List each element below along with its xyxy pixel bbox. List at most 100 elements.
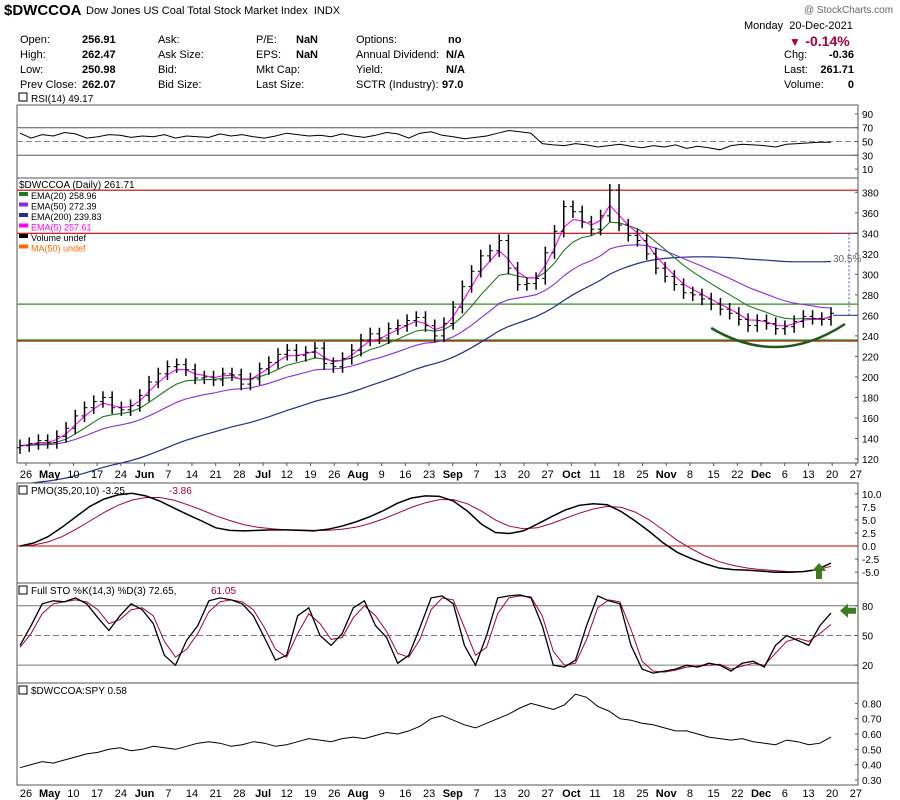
sto-axis-tick-label: 50: [862, 631, 874, 642]
bottom-x-label: May: [39, 788, 61, 800]
bottom-x-label: 15: [707, 788, 719, 800]
bottom-x-label: 18: [613, 788, 625, 800]
bottom-x-label: 19: [304, 788, 316, 800]
price-x-label: 6: [782, 469, 788, 481]
bottom-x-label: 12: [281, 788, 293, 800]
relative-legend-swatch: [18, 685, 28, 695]
price-x-label: Nov: [656, 469, 678, 481]
pmo-legend-swatch: [18, 485, 28, 495]
price-legend-swatch: [19, 223, 28, 228]
price-x-label: 22: [731, 469, 743, 481]
price-legend-swatch: [19, 234, 28, 238]
price-x-label: 15: [707, 469, 719, 481]
price-x-label: 14: [186, 469, 198, 481]
bottom-x-label: 10: [67, 788, 79, 800]
bottom-x-label: Oct: [562, 788, 581, 800]
price-x-label: 28: [233, 469, 245, 481]
price-x-label: 26: [328, 469, 340, 481]
price-legend-item: EMA(200) 239.83: [31, 212, 102, 222]
price-axis-tick-label: 340: [862, 229, 879, 240]
bottom-x-label: 26: [20, 788, 32, 800]
relative-panel: [16, 682, 859, 786]
relative-axis-tick-label: 0.60: [862, 730, 882, 741]
bottom-x-label: 22: [731, 788, 743, 800]
bottom-x-label: 9: [379, 788, 385, 800]
price-axis-tick-label: 280: [862, 291, 879, 302]
relative-axis-tick-label: 0.40: [862, 761, 882, 772]
price-x-label: Oct: [562, 469, 581, 481]
price-x-label: 23: [423, 469, 435, 481]
pmo-axis-tick-label: 2.5: [862, 529, 876, 540]
pmo-axis-tick-label: -2.5: [862, 555, 880, 566]
price-x-label: 11: [589, 469, 600, 481]
bottom-x-label: 27: [850, 788, 862, 800]
price-panel: [16, 177, 859, 464]
price-x-label: 26: [20, 469, 32, 481]
sto-panel: [16, 582, 859, 684]
price-x-label: 25: [636, 469, 648, 481]
bottom-x-label: 26: [328, 788, 340, 800]
rsi-axis-tick-label: 10: [862, 165, 874, 176]
pmo-legend: PMO(35,20,10) -3.25,: [31, 486, 128, 497]
bottom-x-label: 13: [802, 788, 814, 800]
price-title: $DWCCOA (Daily) 261.71: [19, 180, 135, 191]
price-x-label: 7: [165, 469, 171, 481]
bottom-x-label: 24: [115, 788, 127, 800]
price-x-label: May: [39, 469, 61, 481]
rsi-axis-tick-label: 90: [862, 110, 874, 121]
bottom-x-label: 20: [826, 788, 838, 800]
pmo-axis-tick-label: -5.0: [862, 568, 880, 579]
relative-axis-tick-label: 0.30: [862, 776, 882, 787]
price-legend-swatch: [19, 202, 28, 207]
bottom-x-label: 6: [782, 788, 788, 800]
price-legend-item: EMA(50) 272.39: [31, 202, 97, 212]
price-x-label: 18: [613, 469, 625, 481]
bottom-x-label: 7: [473, 788, 479, 800]
price-x-label: 20: [826, 469, 838, 481]
price-x-label: Jul: [255, 469, 271, 481]
sto-legend: Full STO %K(14,3) %D(3) 72.65,: [31, 586, 176, 597]
price-x-label: 19: [304, 469, 316, 481]
projection-label: 30.5%: [833, 254, 861, 265]
relative-axis-tick-label: 0.70: [862, 715, 882, 726]
bottom-x-label: 17: [91, 788, 103, 800]
rsi-legend-swatch: [18, 92, 28, 102]
pmo-axis-tick-label: 10.0: [862, 490, 882, 501]
bottom-x-label: 21: [210, 788, 222, 800]
price-x-label: 27: [850, 469, 862, 481]
price-x-label: 20: [518, 469, 530, 481]
bottom-x-label: 16: [399, 788, 411, 800]
price-axis-tick-label: 380: [862, 188, 879, 199]
price-x-label: 9: [379, 469, 385, 481]
bottom-x-label: Jun: [135, 788, 155, 800]
bottom-x-label: Dec: [751, 788, 771, 800]
rsi-legend: RSI(14) 49.17: [31, 94, 94, 105]
price-x-label: 8: [687, 469, 693, 481]
rsi-axis-tick-label: 50: [862, 138, 874, 149]
price-axis-tick-label: 260: [862, 311, 879, 322]
sto-axis-tick-label: 80: [862, 602, 874, 613]
price-axis-tick-label: 300: [862, 270, 879, 281]
price-x-label: Sep: [443, 469, 463, 481]
price-axis-tick-label: 240: [862, 332, 879, 343]
bottom-x-label: Jul: [255, 788, 271, 800]
price-axis-tick-label: 220: [862, 352, 879, 363]
price-x-label: 16: [399, 469, 411, 481]
price-x-label: 12: [281, 469, 293, 481]
relative-axis-tick-label: 0.50: [862, 745, 882, 756]
bottom-x-label: 20: [518, 788, 530, 800]
price-x-label: Aug: [347, 469, 368, 481]
bottom-x-label: 25: [636, 788, 648, 800]
price-x-label: 13: [802, 469, 814, 481]
relative-legend: $DWCCOA:SPY 0.58: [31, 686, 127, 697]
bottom-x-label: 7: [165, 788, 171, 800]
sto-legend-signal: 61.05: [211, 586, 236, 597]
price-legend-item: EMA(20) 258.96: [31, 191, 97, 201]
bottom-x-label: 23: [423, 788, 435, 800]
price-legend-swatch: [19, 192, 28, 196]
chart-canvas: 90 70 50 30 10 RSI(14) 49.17 380 360 340 320 300 28…: [16, 92, 882, 800]
bottom-x-label: 28: [233, 788, 245, 800]
price-x-label: Dec: [751, 469, 771, 481]
relative-axis-tick-label: 0.80: [862, 699, 882, 710]
price-x-label: 27: [542, 469, 554, 481]
